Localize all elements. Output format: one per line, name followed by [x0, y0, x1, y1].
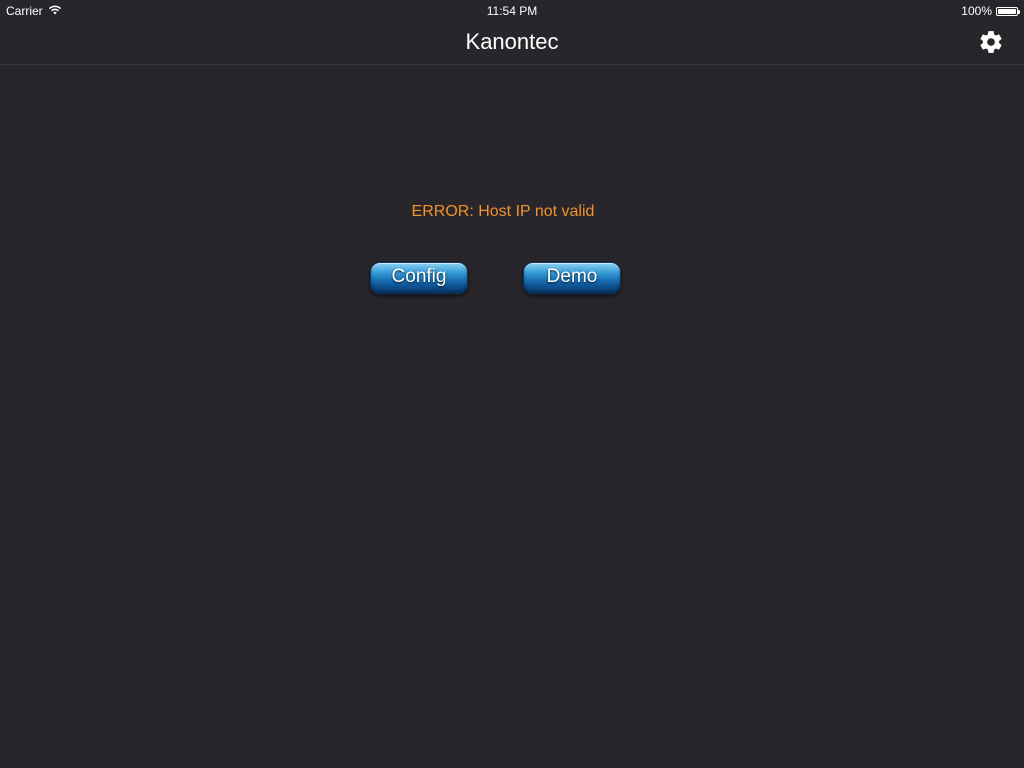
status-time: 11:54 PM	[486, 4, 538, 18]
config-button[interactable]: Config	[370, 262, 468, 294]
settings-button[interactable]	[978, 29, 1004, 55]
status-bar: Carrier 11:54 PM 100%	[0, 0, 1024, 20]
gear-icon	[980, 31, 1002, 53]
battery-icon	[996, 6, 1020, 16]
battery-percent: 100%	[961, 4, 992, 18]
app-screen: Carrier 11:54 PM 100% Kanontec ERROR: Ho…	[0, 0, 1024, 768]
error-message: ERROR: Host IP not valid	[411, 203, 595, 220]
page-title: Kanontec	[465, 29, 559, 54]
status-right: 100%	[961, 4, 1020, 18]
demo-button[interactable]: Demo	[523, 262, 621, 294]
navigation-bar: Kanontec	[0, 20, 1024, 65]
